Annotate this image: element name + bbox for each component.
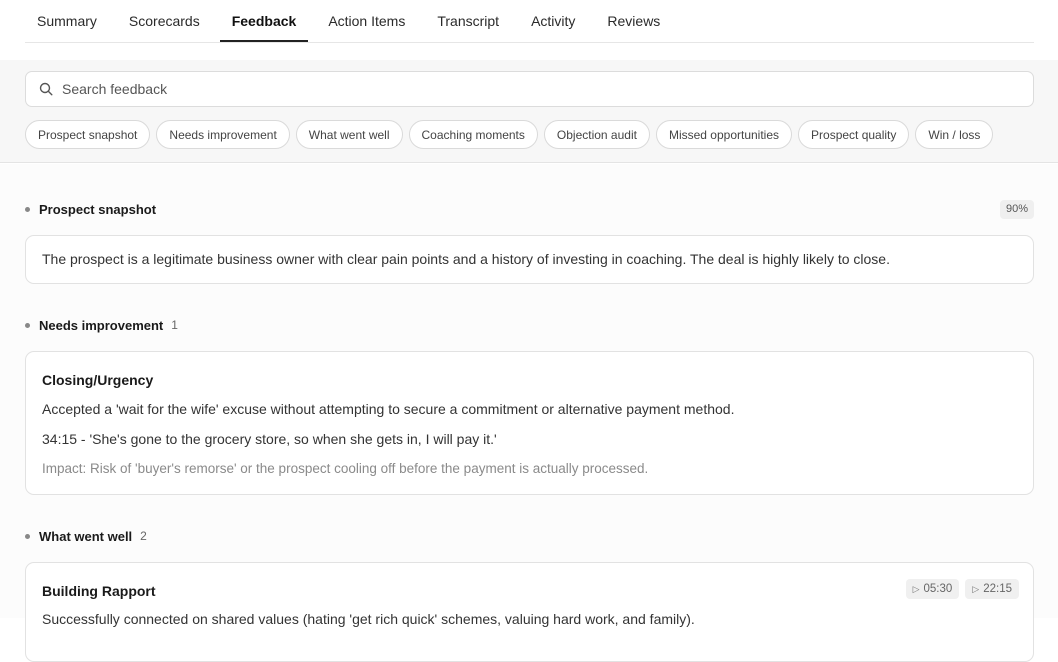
search-input[interactable] [62,81,962,97]
snapshot-text: The prospect is a legitimate business ow… [42,251,890,267]
filter-chip-objection-audit[interactable]: Objection audit [543,120,650,149]
tab-transcript[interactable]: Transcript [425,0,511,42]
feedback-card-closing-urgency[interactable]: Closing/Urgency Accepted a 'wait for the… [25,351,1034,495]
card-impact: Impact: Risk of 'buyer's remorse' or the… [42,461,649,476]
play-icon: ▷ [912,583,920,594]
feedback-content: Prospect snapshot 90% The prospect is a … [0,164,1058,662]
section-title: What went well [39,528,133,544]
section-title: Needs improvement [39,317,164,333]
card-title: Closing/Urgency [42,372,154,388]
card-title: Building Rapport [42,583,156,599]
card-description: Accepted a 'wait for the wife' excuse wi… [42,401,735,417]
filter-chip-needs-improvement[interactable]: Needs improvement [156,120,290,149]
tab-scorecards[interactable]: Scorecards [117,0,212,42]
section-header-prospect-snapshot: Prospect snapshot 90% [25,199,1034,219]
tab-list: Summary Scorecards Feedback Action Items Tra… [25,0,1034,43]
tab-summary[interactable]: Summary [25,0,109,42]
filter-chip-prospect-quality[interactable]: Prospect quality [798,120,910,149]
search-box[interactable] [25,71,1034,107]
timestamp-button[interactable]: ▷ 05:30 [905,579,960,599]
card-description: Successfully connected on shared values … [42,611,695,627]
filter-chip-coaching-moments[interactable]: Coaching moments [408,120,538,149]
filter-chips: Prospect snapshot Needs improvement What w… [25,120,999,149]
tab-action-items[interactable]: Action Items [316,0,417,42]
section-header-needs-improvement: Needs improvement 1 [25,315,1034,335]
filter-area: Prospect snapshotNeeds improvementWhat w… [0,60,1058,163]
prospect-snapshot-card: The prospect is a legitimate business ow… [25,235,1034,284]
filter-chip-prospect-snapshot[interactable]: Prospect snapshot [25,120,151,149]
bullet-dot-icon [25,322,30,328]
section-title: Prospect snapshot [39,201,157,217]
section-header-what-went-well: What went well 2 [25,526,1034,546]
card-quote: 34:15 - 'She's gone to the grocery store… [42,431,497,447]
timestamp-group: ▷ 05:30 ▷ 22:15 [900,579,1019,599]
tab-activity[interactable]: Activity [519,0,587,42]
filter-chip-what-went-well[interactable]: What went well [295,120,403,149]
play-icon: ▷ [972,583,980,594]
tab-bar: Summary Scorecards Feedback Action Items Tra… [0,0,1058,60]
filter-chip-win-loss[interactable]: Win / loss [915,120,994,149]
section-count: 2 [140,529,147,543]
search-icon [38,81,54,97]
tab-feedback[interactable]: Feedback [219,0,309,42]
timestamp-label: 05:30 [923,583,953,595]
tab-reviews[interactable]: Reviews [595,0,672,42]
timestamp-label: 22:15 [983,583,1012,595]
bullet-dot-icon [25,206,30,212]
timestamp-button[interactable]: ▷ 22:15 [965,579,1019,599]
score-badge: 90% [999,199,1034,219]
section-count: 1 [171,318,178,332]
bullet-dot-icon [25,533,30,539]
filter-chip-missed-opportunities[interactable]: Missed opportunities [655,120,793,149]
feedback-card-building-rapport[interactable]: Building Rapport ▷ 05:30 ▷ 22:15 Success… [25,562,1034,662]
